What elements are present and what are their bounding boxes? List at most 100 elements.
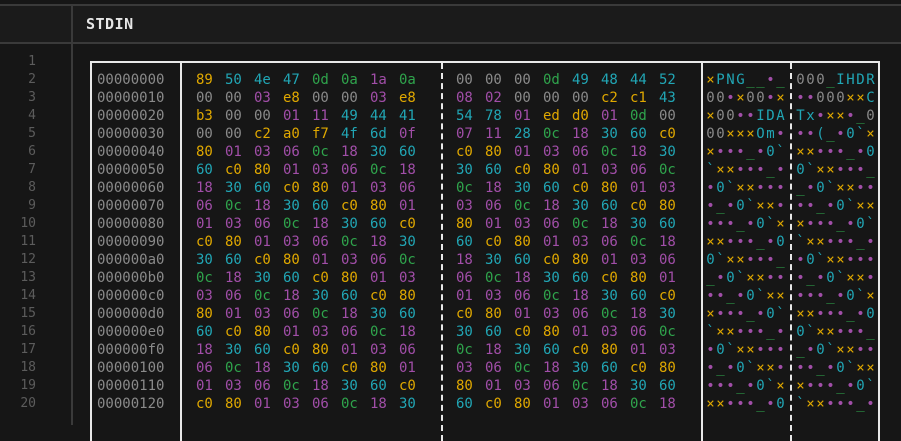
ascii-char: • [816, 378, 825, 394]
hex-byte: 60 [283, 270, 300, 286]
hex-byte: c0 [312, 270, 329, 286]
ascii-char: 0 [856, 378, 865, 394]
ascii-char: • [726, 378, 735, 394]
hex-byte: 60 [659, 378, 676, 394]
hex-byte: 03 [630, 252, 647, 268]
ascii-char: • [826, 360, 835, 376]
hex-byte: 06 [630, 324, 647, 340]
hex-byte: 54 [456, 108, 473, 124]
hex-byte: 80 [370, 198, 387, 214]
ascii-char: × [706, 396, 715, 412]
hex-byte: 03 [341, 252, 358, 268]
ascii-char: ` [746, 198, 755, 214]
ascii-char: • [706, 288, 715, 304]
hex-byte: 0c [456, 180, 473, 196]
hex-byte: c0 [514, 324, 531, 340]
ascii-char: × [706, 144, 715, 160]
hex-byte: 03 [514, 378, 531, 394]
hex-byte: 06 [196, 360, 213, 376]
ascii-char: • [706, 360, 715, 376]
ascii-char: • [796, 270, 805, 286]
ascii-char: × [756, 270, 765, 286]
ascii-char: _ [736, 216, 745, 232]
hex-byte: 0c [370, 324, 387, 340]
ascii-char: 0 [806, 252, 815, 268]
ascii-char: ` [806, 162, 815, 178]
ascii-char: × [806, 234, 815, 250]
hexdump-row: 00000100 06 0c 18 30 60 c0 80 01 03 06 0c 18 30 60 c0 80… [92, 359, 878, 377]
hex-byte: 01 [456, 288, 473, 304]
ascii-char: _ [746, 306, 755, 322]
hex-byte: 80 [601, 342, 618, 358]
hex-byte: 30 [370, 144, 387, 160]
ascii-char: × [816, 396, 825, 412]
ascii-char: 0 [866, 144, 875, 160]
hex-byte: 18 [601, 378, 618, 394]
ascii-char: • [736, 234, 745, 250]
ascii-char: 0 [826, 270, 835, 286]
hex-byte: 0c [659, 162, 676, 178]
hex-byte: 00 [659, 108, 676, 124]
ascii-char: × [826, 252, 835, 268]
hex-byte: 06 [312, 234, 329, 250]
ascii-char: × [836, 252, 845, 268]
ascii-char: R [866, 72, 875, 88]
ascii-char: _ [846, 306, 855, 322]
ascii-char: ` [726, 180, 735, 196]
hex-byte: 01 [601, 108, 618, 124]
ascii-char: ` [856, 126, 865, 142]
ascii-char: 0 [726, 108, 735, 124]
ascii-char: 0 [826, 90, 835, 106]
ascii-char: × [706, 234, 715, 250]
ascii-char: 0 [706, 252, 715, 268]
hex-byte: 0c [572, 216, 589, 232]
hex-byte: 18 [543, 360, 560, 376]
ascii-char: ` [746, 360, 755, 376]
hexdump-row: 000000c0 03 06 0c 18 30 60 c0 80 01 03 06 0c 18 30 60 c0… [92, 287, 878, 305]
hex-byte: 01 [283, 162, 300, 178]
hex-byte: c0 [601, 270, 618, 286]
hex-byte: 03 [543, 144, 560, 160]
hex-byte: 06 [283, 306, 300, 322]
hex-byte: 30 [514, 180, 531, 196]
hex-byte: 00 [225, 126, 242, 142]
hex-byte: 30 [370, 306, 387, 322]
hexdump-panel[interactable]: 00000000 89 50 4e 47 0d 0a 1a 0a 00 00 00 0d 49 48 44 52… [90, 61, 880, 441]
ascii-char: • [806, 288, 815, 304]
ascii-char: • [816, 288, 825, 304]
ascii-char: × [746, 126, 755, 142]
ascii-char: × [866, 360, 875, 376]
hex-byte: 18 [630, 144, 647, 160]
ascii-char: • [836, 144, 845, 160]
ascii-char: 0 [796, 72, 805, 88]
hex-byte: 30 [601, 288, 618, 304]
line-number: 1 [28, 54, 36, 69]
hex-byte: 01 [485, 378, 502, 394]
row-offset: 00000120 [97, 396, 165, 412]
ascii-char: × [826, 162, 835, 178]
ascii-char: H [846, 72, 855, 88]
ascii-char: • [846, 234, 855, 250]
ascii-char: • [866, 396, 875, 412]
ascii-char: 0 [726, 270, 735, 286]
hex-byte: 08 [456, 90, 473, 106]
ascii-char: × [846, 90, 855, 106]
ascii-char: • [806, 198, 815, 214]
hex-byte: 18 [485, 342, 502, 358]
ascii-char: × [736, 90, 745, 106]
ascii-char: • [806, 216, 815, 232]
ascii-char: ` [866, 378, 875, 394]
hex-byte: 18 [543, 198, 560, 214]
ascii-char: • [766, 234, 775, 250]
ascii-char: • [796, 252, 805, 268]
ascii-char: • [776, 126, 785, 142]
hex-byte: c0 [543, 252, 560, 268]
ascii-char: • [846, 378, 855, 394]
ascii-char: ` [806, 324, 815, 340]
hex-byte: 03 [312, 162, 329, 178]
ascii-char: ` [756, 288, 765, 304]
ascii-char: • [816, 108, 825, 124]
ascii-char: 0 [716, 90, 725, 106]
hex-byte: 01 [659, 270, 676, 286]
hex-byte: 0d [630, 108, 647, 124]
